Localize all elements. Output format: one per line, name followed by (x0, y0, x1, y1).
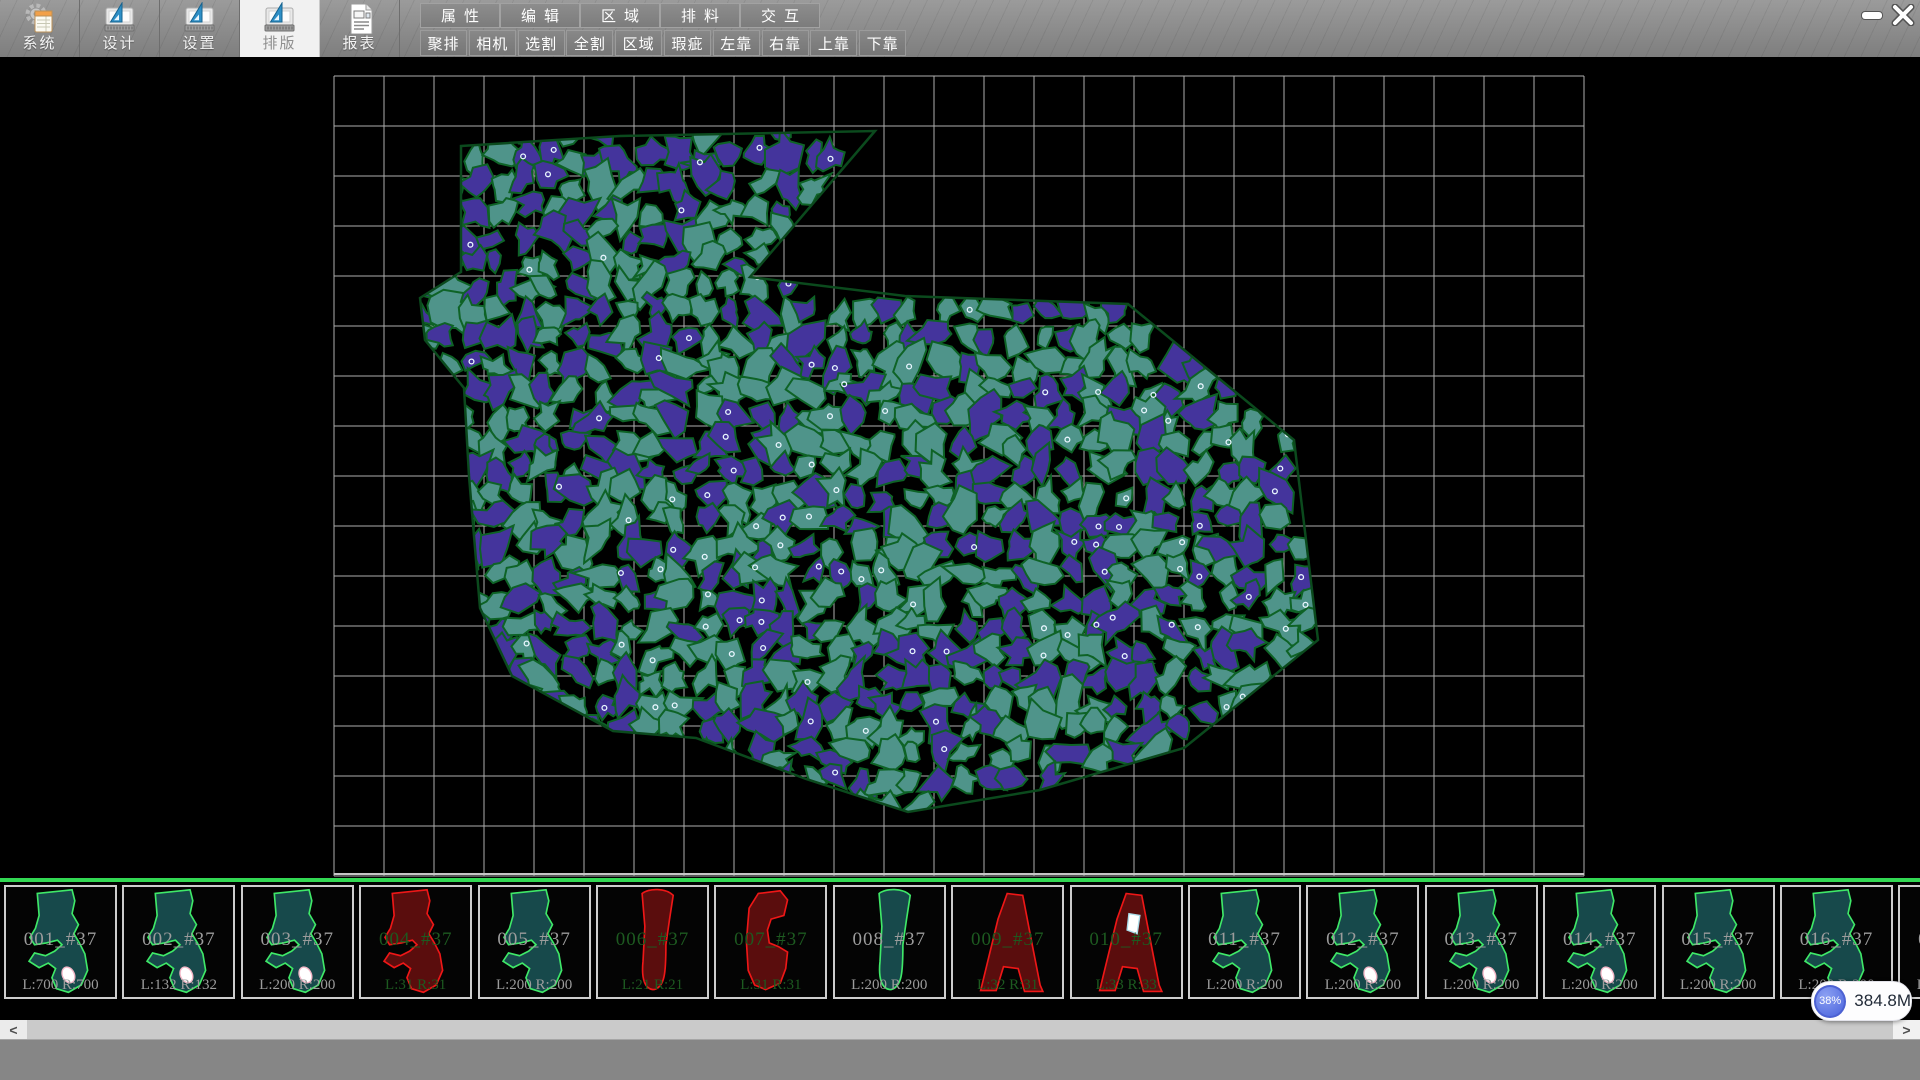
piece-thumbnail-9[interactable]: 009_#37 L:32 R:31 (951, 885, 1064, 999)
piece-thumbnail-8[interactable]: 008_#37 L:200 R:200 (833, 885, 946, 999)
piece-id-label: 015_#37 (1664, 929, 1773, 951)
piece-lr-label: L:132 R:132 (124, 977, 233, 994)
piece-lr-label: L:200 R:200 (1427, 977, 1536, 994)
toolbar: 系统设计设置排版报表 属性编辑区域排料交互 聚排相机选割全割区域瑕疵左靠右靠上靠… (0, 0, 1920, 58)
piece-id-label: 017_#37 (1900, 929, 1920, 951)
tool-button-3[interactable]: 选割 (518, 30, 565, 56)
application-window: 系统设计设置排版报表 属性编辑区域排料交互 聚排相机选割全割区域瑕疵左靠右靠上靠… (0, 0, 1920, 1080)
piece-id-label: 006_#37 (598, 929, 707, 951)
piece-id-label: 003_#37 (243, 929, 352, 951)
piece-lr-label: L:31 R:31 (361, 977, 470, 994)
piece-lr-label: L:700 R:700 (6, 977, 115, 994)
pieces-panel: 001_#37 L:700 R:700 002_#37 L:132 R:132 003_… (0, 882, 1920, 1020)
memory-badge[interactable]: 38% 384.8M (1811, 981, 1912, 1021)
piece-id-label: 012_#37 (1308, 929, 1417, 951)
piece-lr-label: L:200 R:200 (1664, 977, 1773, 994)
piece-lr-label: L:200 R:200 (835, 977, 944, 994)
piece-lr-label: L:32 R:31 (953, 977, 1062, 994)
ribbon-tab-label: 设计 (102, 34, 136, 54)
piece-id-label: 010_#37 (1072, 929, 1181, 951)
piece-thumbnail-17[interactable]: 017_#37L:200 R:200 (1898, 885, 1920, 999)
piece-thumbnail-3[interactable]: 003_#37 L:200 R:200 (241, 885, 354, 999)
layout-icon (263, 2, 297, 34)
piece-thumbnail-6[interactable]: 006_#37 L:21 R:21 (596, 885, 709, 999)
tool-button-5[interactable]: 区域 (615, 30, 662, 56)
menu-button-4[interactable]: 排料 (660, 3, 740, 28)
piece-thumbnail-7[interactable]: 007_#37 L:31 R:31 (714, 885, 827, 999)
piece-lr-label: L:31 R:31 (716, 977, 825, 994)
ribbon-tab-label: 系统 (22, 34, 56, 54)
nesting-canvas[interactable] (0, 57, 1920, 878)
tool-button-2[interactable]: 相机 (469, 30, 516, 56)
piece-thumbnail-1[interactable]: 001_#37 L:700 R:700 (4, 885, 117, 999)
piece-id-label: 002_#37 (124, 929, 233, 951)
status-bar (0, 1039, 1920, 1080)
window-controls (1858, 2, 1918, 28)
piece-lr-label: L:33 R:33 (1072, 977, 1181, 994)
minimize-icon (1862, 12, 1882, 19)
piece-thumbnail-2[interactable]: 002_#37 L:132 R:132 (122, 885, 235, 999)
ribbon-tab-label: 报表 (342, 34, 376, 54)
ribbon-tab-2[interactable]: 设计 (80, 0, 160, 57)
piece-thumbnail-13[interactable]: 013_#37 L:200 R:200 (1425, 885, 1538, 999)
piece-id-label: 001_#37 (6, 929, 115, 951)
menu-button-1[interactable]: 属性 (420, 3, 500, 28)
scroll-right-button[interactable]: > (1893, 1020, 1920, 1039)
piece-id-label: 014_#37 (1545, 929, 1654, 951)
piece-lr-label: L:200 R:200 (1545, 977, 1654, 994)
piece-thumbnail-14[interactable]: 014_#37 L:200 R:200 (1543, 885, 1656, 999)
piece-id-label: 004_#37 (361, 929, 470, 951)
tool-button-7[interactable]: 左靠 (713, 30, 760, 56)
piece-lr-label: L:200 R:200 (1308, 977, 1417, 994)
menu-button-5[interactable]: 交互 (740, 3, 820, 28)
settings-icon (183, 2, 217, 34)
close-icon (1891, 4, 1915, 26)
piece-id-label: 011_#37 (1190, 929, 1299, 951)
tool-button-10[interactable]: 下靠 (859, 30, 906, 56)
report-icon (343, 2, 377, 34)
piece-thumbnail-11[interactable]: 011_#37 L:200 R:200 (1188, 885, 1301, 999)
piece-thumbnail-5[interactable]: 005_#37 L:200 R:200 (478, 885, 591, 999)
piece-thumbnail-12[interactable]: 012_#37 L:200 R:200 (1306, 885, 1419, 999)
tool-button-8[interactable]: 右靠 (762, 30, 809, 56)
tool-button-1[interactable]: 聚排 (420, 30, 467, 56)
menu-button-3[interactable]: 区域 (580, 3, 660, 28)
ribbon-tab-4[interactable]: 排版 (240, 0, 320, 57)
ribbon-tab-5[interactable]: 报表 (320, 0, 400, 57)
piece-thumbnail-4[interactable]: 004_#37 L:31 R:31 (359, 885, 472, 999)
nest-drawing (0, 57, 1920, 878)
horizontal-scrollbar[interactable]: < > (0, 1020, 1920, 1039)
piece-lr-label: L:200 R:200 (480, 977, 589, 994)
nested-pieces-group (393, 107, 1328, 830)
tool-button-4[interactable]: 全割 (566, 30, 613, 56)
piece-lr-label: L:21 R:21 (598, 977, 707, 994)
minimize-button[interactable] (1858, 4, 1886, 26)
progress-circle-icon: 38% (1814, 985, 1846, 1018)
ribbon-tab-label: 设置 (182, 34, 216, 54)
tool-button-9[interactable]: 上靠 (810, 30, 857, 56)
piece-lr-label: L:200 R:200 (243, 977, 352, 994)
piece-id-label: 007_#37 (716, 929, 825, 951)
ribbon-tab-1[interactable]: 系统 (0, 0, 80, 57)
piece-id-label: 009_#37 (953, 929, 1062, 951)
piece-thumbnail-15[interactable]: 015_#37 L:200 R:200 (1662, 885, 1775, 999)
piece-id-label: 016_#37 (1782, 929, 1891, 951)
memory-percent: 38% (1819, 995, 1841, 1007)
piece-lr-label: L:200 R:200 (1190, 977, 1299, 994)
scroll-left-button[interactable]: < (0, 1020, 27, 1039)
piece-id-label: 013_#37 (1427, 929, 1536, 951)
piece-thumbnail-10[interactable]: 010_#37 L:33 R:33 (1070, 885, 1183, 999)
close-button[interactable] (1888, 3, 1918, 27)
ribbon-tab-3[interactable]: 设置 (160, 0, 240, 57)
memory-value: 384.8M (1854, 991, 1911, 1011)
design-icon (103, 2, 137, 34)
system-icon (23, 2, 57, 34)
ribbon-tab-label: 排版 (262, 34, 296, 54)
piece-id-label: 008_#37 (835, 929, 944, 951)
tool-button-6[interactable]: 瑕疵 (664, 30, 711, 56)
menu-button-2[interactable]: 编辑 (500, 3, 580, 28)
piece-id-label: 005_#37 (480, 929, 589, 951)
